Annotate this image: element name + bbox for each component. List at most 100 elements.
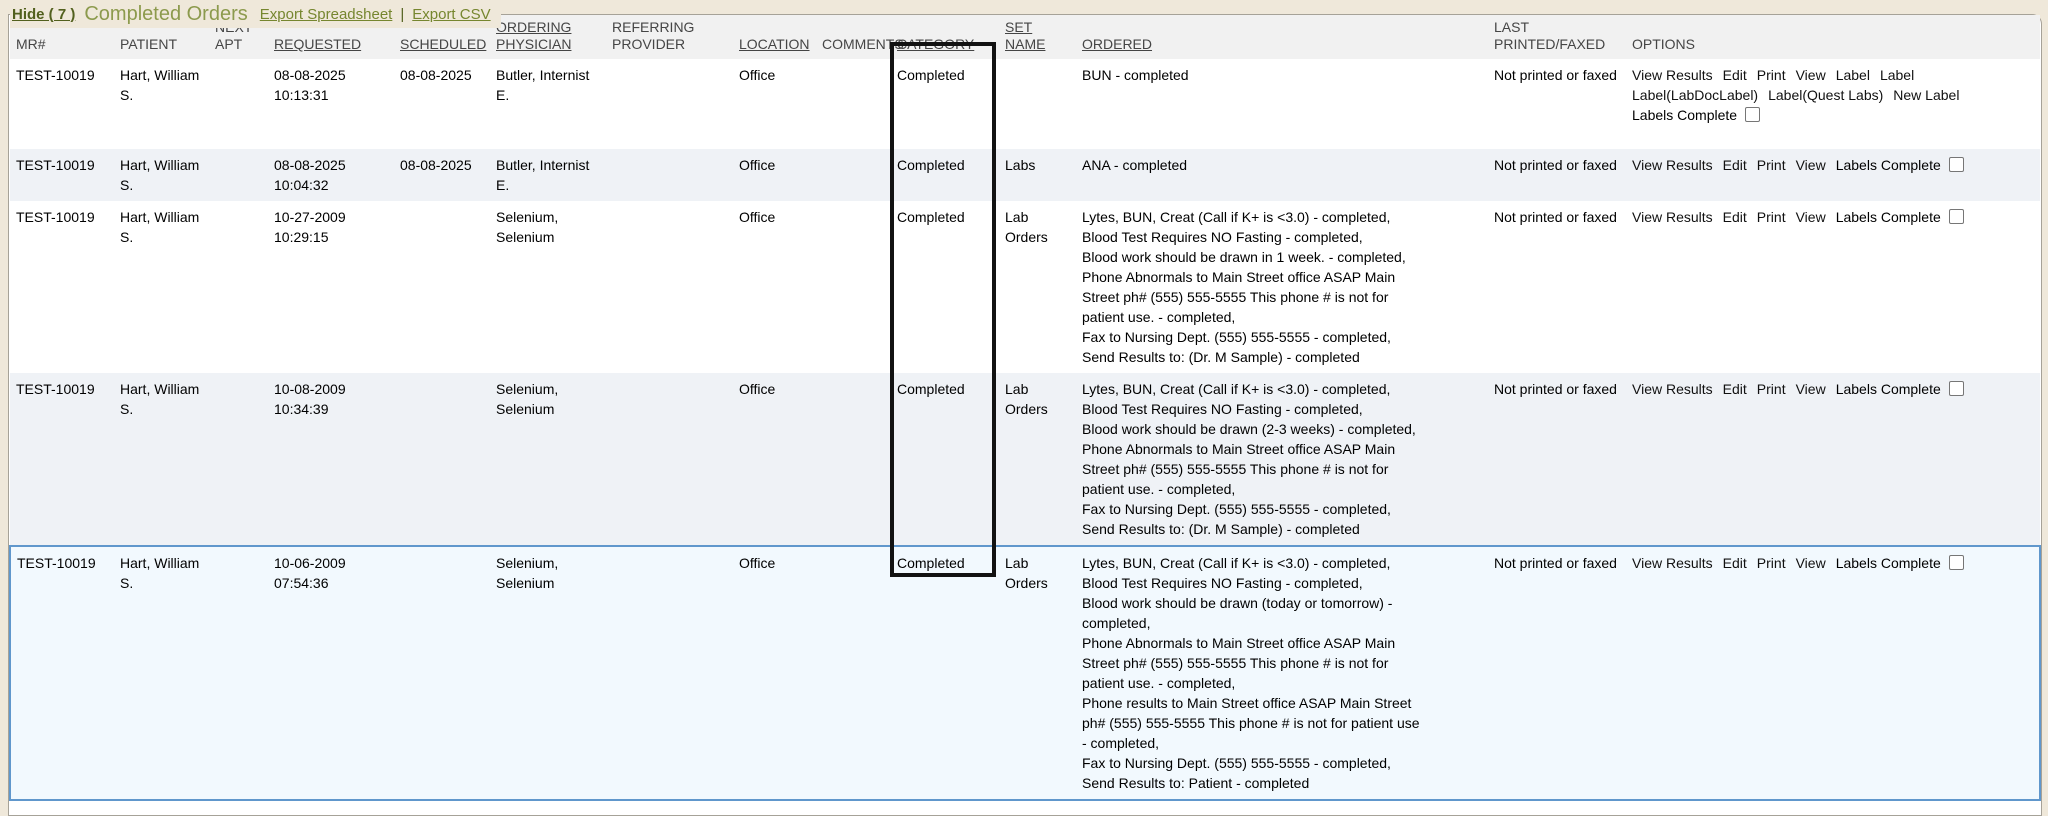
scheduled-cell: [394, 373, 490, 546]
referring-provider-cell: [606, 59, 733, 149]
requested-cell: 08-08-2025 10:04:32: [268, 149, 394, 201]
next-apt-cell: [209, 373, 268, 546]
label-link[interactable]: Label: [1880, 65, 1914, 85]
set-name-cell: [999, 59, 1076, 149]
location-cell: Office: [733, 201, 816, 373]
edit-link[interactable]: Edit: [1723, 155, 1747, 175]
view-link[interactable]: View: [1796, 379, 1826, 399]
category-cell: Completed: [891, 59, 999, 149]
sort-set-name-link[interactable]: NAME: [1005, 36, 1045, 53]
view-link[interactable]: View: [1796, 207, 1826, 227]
view-results-link[interactable]: View Results: [1632, 553, 1713, 573]
edit-link[interactable]: Edit: [1723, 553, 1747, 573]
col-header-location: LOCATION: [733, 15, 816, 59]
ordering-physician-cell: Selenium, Selenium: [490, 373, 606, 546]
scheduled-cell: 08-08-2025: [394, 59, 490, 149]
set-name-cell: Lab Orders: [999, 201, 1076, 373]
labels-complete-checkbox[interactable]: [1949, 209, 1964, 224]
next-apt-cell: [209, 546, 268, 800]
ordering-physician-cell: Butler, Internist E.: [490, 59, 606, 149]
labels-complete-checkbox[interactable]: [1949, 157, 1964, 172]
options-cell: View ResultsEditPrintViewLabels Complete: [1626, 546, 2040, 800]
category-cell: Completed: [891, 149, 999, 201]
patient-cell: Hart, William S.: [114, 59, 209, 149]
referring-provider-cell: [606, 149, 733, 201]
col-header-options: OPTIONS: [1626, 15, 2040, 59]
comments-cell: [816, 201, 891, 373]
print-link[interactable]: Print: [1757, 553, 1786, 573]
patient-cell: Hart, William S.: [114, 546, 209, 800]
view-results-link[interactable]: View Results: [1632, 155, 1713, 175]
print-link[interactable]: Print: [1757, 379, 1786, 399]
sort-requested-link[interactable]: REQUESTED: [274, 36, 361, 53]
label-link[interactable]: Label: [1836, 65, 1870, 85]
category-cell: Completed: [891, 373, 999, 546]
export-csv-link[interactable]: Export CSV: [412, 6, 490, 23]
requested-cell: 10-27-2009 10:29:15: [268, 201, 394, 373]
next-apt-cell: [209, 149, 268, 201]
col-header-referring-provider: REFERRINGPROVIDER: [606, 15, 733, 59]
labels-complete-checkbox[interactable]: [1745, 107, 1760, 122]
sort-location-link[interactable]: LOCATION: [739, 36, 810, 53]
ordered-cell: BUN - completed: [1076, 59, 1488, 149]
hide-link[interactable]: Hide ( 7 ): [12, 6, 75, 23]
new-label-link[interactable]: New Label: [1893, 85, 1959, 105]
sort-ordering-physician-link[interactable]: ORDERING: [496, 19, 571, 36]
label-quest-labs-link[interactable]: Label(Quest Labs): [1768, 85, 1883, 105]
comments-cell: [816, 546, 891, 800]
requested-cell: 10-08-2009 10:34:39: [268, 373, 394, 546]
view-results-link[interactable]: View Results: [1632, 65, 1713, 85]
col-header-set-name: SETNAME: [999, 15, 1076, 59]
view-link[interactable]: View: [1796, 553, 1826, 573]
labels-complete-label: Labels Complete: [1836, 155, 1941, 175]
view-results-link[interactable]: View Results: [1632, 207, 1713, 227]
ordering-physician-cell: Butler, Internist E.: [490, 149, 606, 201]
sort-set-name-link[interactable]: SET: [1005, 19, 1032, 36]
set-name-cell: Lab Orders: [999, 373, 1076, 546]
page-title: Completed Orders: [84, 3, 247, 26]
labels-complete-label: Labels Complete: [1836, 379, 1941, 399]
location-cell: Office: [733, 546, 816, 800]
edit-link[interactable]: Edit: [1723, 207, 1747, 227]
export-spreadsheet-link[interactable]: Export Spreadsheet: [260, 6, 393, 23]
completed-orders-panel: MR# PATIENT NEXTAPT REQUESTED SCHEDULED …: [8, 14, 2042, 816]
legend-separator: |: [400, 6, 404, 23]
print-link[interactable]: Print: [1757, 207, 1786, 227]
ordering-physician-cell: Selenium, Selenium: [490, 201, 606, 373]
label-labdoclabel-link[interactable]: Label(LabDocLabel): [1632, 85, 1758, 105]
edit-link[interactable]: Edit: [1723, 65, 1747, 85]
mr-cell: TEST-10019: [10, 149, 114, 201]
labels-complete-label: Labels Complete: [1836, 207, 1941, 227]
edit-link[interactable]: Edit: [1723, 379, 1747, 399]
sort-ordered-link[interactable]: ORDERED: [1082, 36, 1152, 53]
sort-category-link[interactable]: CATEGORY: [897, 36, 974, 53]
last-printed-faxed-cell: Not printed or faxed: [1488, 373, 1626, 546]
options-cell: View ResultsEditPrintViewLabelLabelLabel…: [1626, 59, 2040, 149]
view-link[interactable]: View: [1796, 65, 1826, 85]
scheduled-cell: [394, 546, 490, 800]
comments-cell: [816, 149, 891, 201]
requested-cell: 08-08-2025 10:13:31: [268, 59, 394, 149]
print-link[interactable]: Print: [1757, 65, 1786, 85]
labels-complete-label: Labels Complete: [1632, 105, 1737, 125]
category-cell: Completed: [891, 201, 999, 373]
scheduled-cell: [394, 201, 490, 373]
mr-cell: TEST-10019: [10, 546, 114, 800]
view-link[interactable]: View: [1796, 155, 1826, 175]
order-row-5-selected: TEST-10019 Hart, William S. 10-06-2009 0…: [10, 546, 2040, 800]
ordered-cell: Lytes, BUN, Creat (Call if K+ is <3.0) -…: [1076, 546, 1488, 800]
sort-ordering-physician-link[interactable]: PHYSICIAN: [496, 36, 571, 53]
print-link[interactable]: Print: [1757, 155, 1786, 175]
labels-complete-checkbox[interactable]: [1949, 381, 1964, 396]
view-results-link[interactable]: View Results: [1632, 379, 1713, 399]
set-name-cell: Labs: [999, 149, 1076, 201]
location-cell: Office: [733, 59, 816, 149]
col-header-ordering-physician: ORDERINGPHYSICIAN: [490, 15, 606, 59]
order-row-4: TEST-10019 Hart, William S. 10-08-2009 1…: [10, 373, 2040, 546]
scheduled-cell: 08-08-2025: [394, 149, 490, 201]
labels-complete-checkbox[interactable]: [1949, 555, 1964, 570]
comments-cell: [816, 59, 891, 149]
last-printed-faxed-cell: Not printed or faxed: [1488, 149, 1626, 201]
col-header-category: CATEGORY: [891, 15, 999, 59]
sort-scheduled-link[interactable]: SCHEDULED: [400, 36, 486, 53]
